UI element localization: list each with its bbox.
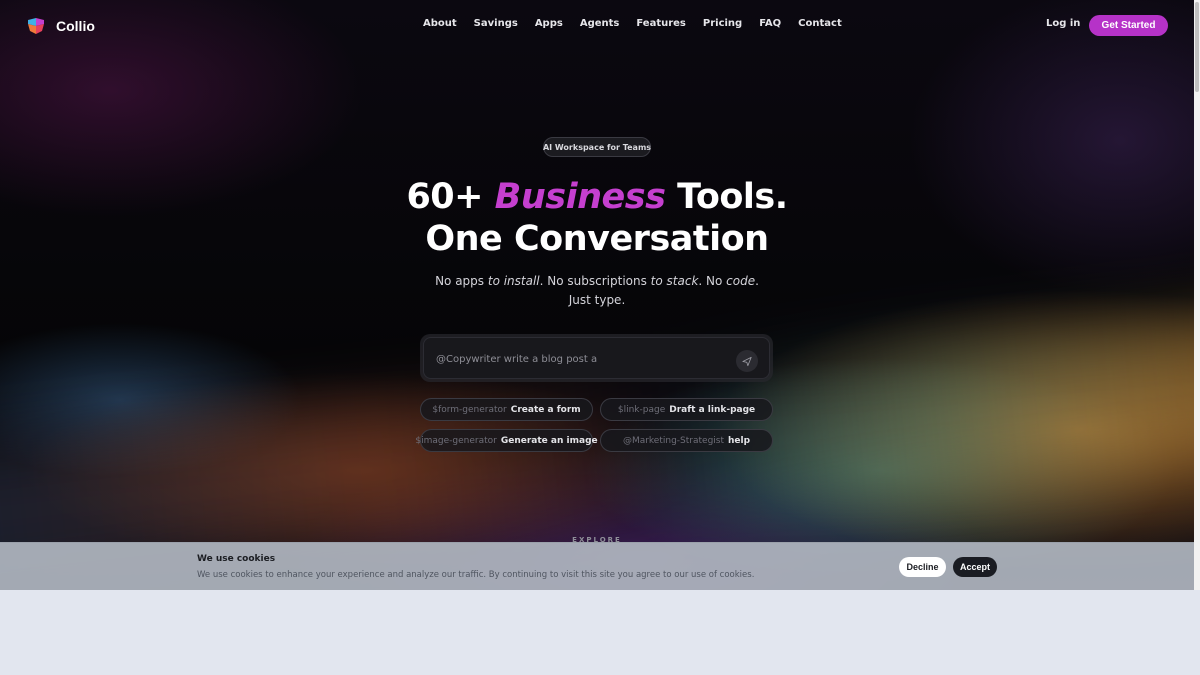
headline-line-1: 60+ Business Tools. [0, 176, 1194, 218]
brand[interactable]: Collio [26, 16, 95, 36]
hero-headline: 60+ Business Tools. One Conversation [0, 176, 1194, 260]
prompt-input[interactable] [434, 348, 724, 370]
chip-command: $link-page [617, 404, 666, 415]
subline-line-2: Just type. [568, 293, 626, 307]
nav-link-contact[interactable]: Contact [798, 18, 842, 29]
chip-action: Generate an image [500, 435, 598, 446]
suggestion-chip-image[interactable]: $image-generator Generate an image [415, 429, 598, 452]
headline-line-2: One Conversation [425, 219, 769, 259]
hero-subline: No apps to install. No subscriptions to … [0, 272, 1194, 310]
nav-link-apps[interactable]: Apps [535, 18, 563, 29]
nav-link-savings[interactable]: Savings [474, 18, 518, 29]
get-started-button[interactable]: Get Started [1089, 15, 1168, 36]
nav-link-agents[interactable]: Agents [580, 18, 620, 29]
headline-accent: Business [494, 177, 666, 217]
subline-text: . [755, 274, 759, 288]
accept-button[interactable]: Accept [953, 557, 997, 577]
headline-count: 60+ [406, 177, 483, 217]
nav-link-pricing[interactable]: Pricing [703, 18, 742, 29]
nav-link-about[interactable]: About [423, 18, 457, 29]
collio-logo-icon [28, 18, 44, 34]
page-below-fold [0, 590, 1200, 675]
nav-link-features[interactable]: Features [636, 18, 686, 29]
subline-line-1: No apps to install. No subscriptions to … [0, 272, 1194, 291]
subline-emphasis: to install [487, 274, 540, 288]
chip-action: Draft a link-page [669, 404, 756, 415]
cookie-banner: We use cookies We use cookies to enhance… [0, 542, 1194, 590]
subline-text: No apps [435, 274, 488, 288]
chip-command: $form-generator [432, 404, 507, 415]
scrollbar[interactable] [1194, 0, 1200, 590]
headline-tools: Tools. [677, 177, 788, 217]
suggestion-chip-link-page[interactable]: $link-page Draft a link-page [600, 398, 773, 421]
scrollbar-thumb[interactable] [1195, 2, 1199, 92]
subline-text: . No subscriptions [539, 274, 651, 288]
chip-command: $image-generator [415, 435, 497, 446]
subline-emphasis: to stack [650, 274, 699, 288]
cookie-text: We use cookies to enhance your experienc… [197, 570, 755, 580]
subline-emphasis: code [726, 274, 756, 288]
chip-action: Create a form [510, 404, 581, 415]
decline-button[interactable]: Decline [899, 557, 946, 577]
chip-action: help [728, 435, 751, 446]
chip-command: @Marketing-Strategist [622, 435, 724, 446]
login-link[interactable]: Log in [1046, 18, 1080, 29]
nav-link-faq[interactable]: FAQ [759, 18, 781, 29]
suggestion-chip-form[interactable]: $form-generator Create a form [420, 398, 593, 421]
top-nav: Collio About Savings Apps Agents Feature… [0, 0, 1194, 52]
nav-links: About Savings Apps Agents Features Prici… [423, 18, 842, 29]
prompt-box [423, 337, 770, 379]
brand-name: Collio [56, 18, 95, 34]
send-icon [742, 356, 752, 366]
send-button[interactable] [736, 350, 758, 372]
suggestion-chip-marketing[interactable]: @Marketing-Strategist help [600, 429, 773, 452]
hero-badge: AI Workspace for Teams [543, 137, 651, 157]
subline-text: . No [698, 274, 727, 288]
prompt-container [420, 334, 773, 382]
cookie-title: We use cookies [197, 554, 276, 564]
landing-page: Collio About Savings Apps Agents Feature… [0, 0, 1194, 590]
